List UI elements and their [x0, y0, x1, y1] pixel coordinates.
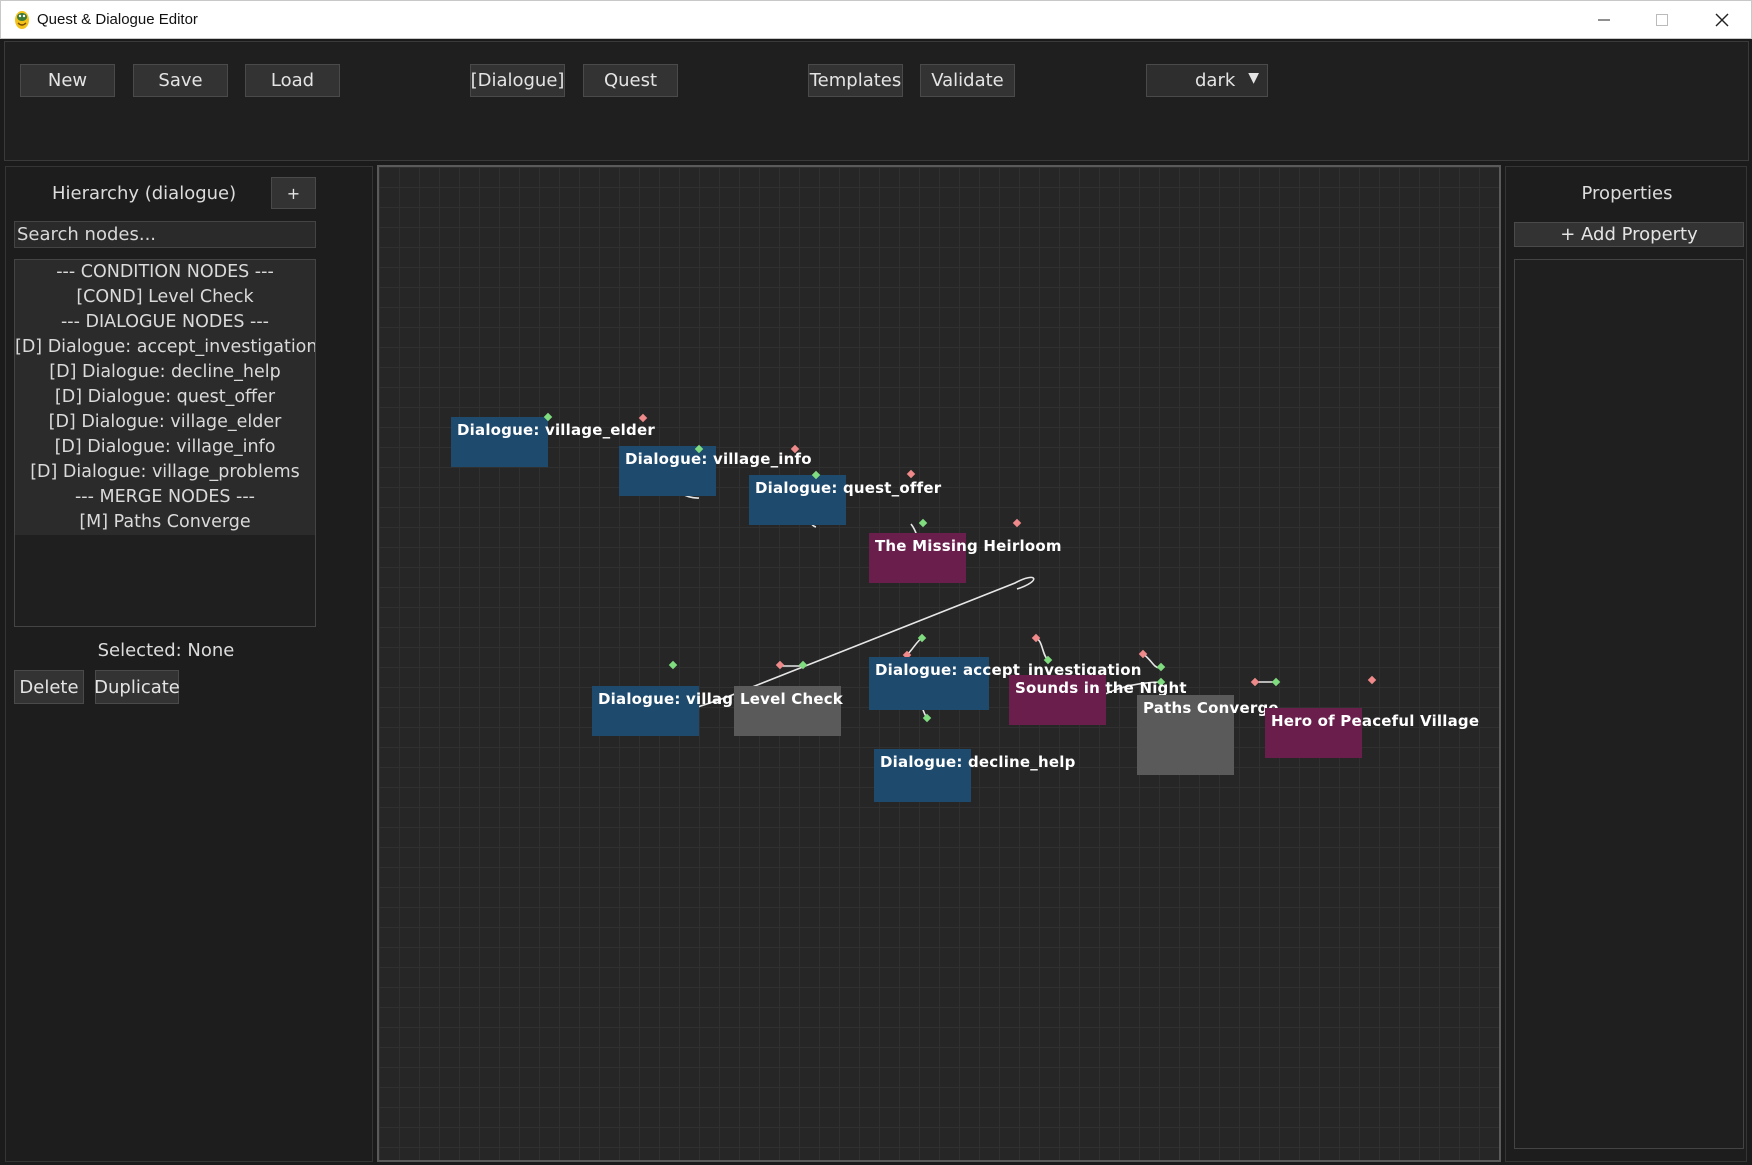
dialogue-mode-button[interactable]: [Dialogue]	[470, 64, 565, 97]
graph-node-decline-help[interactable]: Dialogue: decline_help	[874, 749, 1075, 802]
python-snake-icon	[15, 11, 29, 29]
minimize-icon	[1598, 19, 1610, 21]
node-list[interactable]: --- CONDITION NODES --- [COND] Level Chec…	[14, 259, 316, 627]
output-port[interactable]	[1031, 633, 1041, 643]
load-button-label: Load	[270, 70, 315, 91]
output-port[interactable]	[1367, 675, 1377, 685]
quest-mode-label: Quest	[603, 70, 658, 91]
graph-node-title: Hero of Peaceful Village	[1271, 712, 1480, 730]
input-port[interactable]	[1271, 677, 1281, 687]
graph-node-paths-converge[interactable]: Paths Converge	[1137, 695, 1279, 775]
hierarchy-list-item[interactable]: [D] Dialogue: quest_offer	[15, 385, 315, 410]
hierarchy-list-item[interactable]: [D] Dialogue: accept_investigation	[15, 335, 315, 360]
theme-value: dark	[1195, 70, 1236, 91]
validate-button[interactable]: Validate	[920, 64, 1015, 97]
search-nodes-input[interactable]	[14, 221, 316, 248]
hierarchy-panel: Hierarchy (dialogue) + --- CONDITION NOD…	[5, 166, 373, 1162]
hierarchy-list-item[interactable]: --- CONDITION NODES ---	[15, 260, 315, 285]
input-port[interactable]	[811, 470, 821, 480]
graph-node-sounds-night[interactable]: Sounds in the Night	[1009, 675, 1187, 725]
add-node-button[interactable]: +	[271, 177, 316, 209]
add-property-label: + Add Property	[1560, 224, 1698, 245]
validate-button-label: Validate	[931, 70, 1004, 91]
hierarchy-list-item[interactable]: [COND] Level Check	[15, 285, 315, 310]
input-port[interactable]	[918, 518, 928, 528]
node-list-items: --- CONDITION NODES --- [COND] Level Chec…	[15, 260, 315, 535]
hierarchy-list-item[interactable]: [D] Dialogue: village_elder	[15, 410, 315, 435]
hierarchy-title: Hierarchy (dialogue)	[52, 183, 237, 204]
maximize-icon	[1656, 14, 1668, 26]
output-port[interactable]	[790, 444, 800, 454]
title-bar: Quest & Dialogue Editor	[0, 0, 1752, 39]
hierarchy-list-item[interactable]: --- MERGE NODES ---	[15, 485, 315, 510]
dialogue-mode-label: [Dialogue]	[470, 70, 565, 91]
toolbar: New Save Load [Dialogue] Quest Templates…	[4, 41, 1749, 161]
new-button-label: New	[47, 70, 88, 91]
quest-mode-button[interactable]: Quest	[583, 64, 678, 97]
properties-list	[1514, 259, 1744, 1149]
input-port[interactable]	[798, 660, 808, 670]
add-property-button[interactable]: + Add Property	[1514, 222, 1744, 247]
load-button[interactable]: Load	[245, 64, 340, 97]
graph-node-level-check[interactable]: Level Check	[734, 686, 843, 736]
input-port[interactable]	[694, 444, 704, 454]
duplicate-button-label: Duplicate	[94, 676, 180, 698]
duplicate-button[interactable]: Duplicate	[94, 670, 180, 704]
output-port[interactable]	[1012, 518, 1022, 528]
selected-status: Selected: None	[97, 640, 235, 661]
new-button[interactable]: New	[20, 64, 115, 97]
output-port[interactable]	[906, 469, 916, 479]
hierarchy-list-item[interactable]: [D] Dialogue: decline_help	[15, 360, 315, 385]
input-port[interactable]	[668, 660, 678, 670]
window-title: Quest & Dialogue Editor	[37, 11, 198, 28]
add-node-label: +	[286, 183, 301, 203]
templates-button[interactable]: Templates	[808, 64, 903, 97]
save-button[interactable]: Save	[133, 64, 228, 97]
editor-window: Quest & Dialogue Editor New Save Load [D…	[0, 0, 1752, 1165]
hierarchy-list-item[interactable]: [M] Paths Converge	[15, 510, 315, 535]
maximize-button[interactable]	[1633, 1, 1691, 39]
node-graph-canvas[interactable]: Dialogue: village_elder Dialogue: village…	[377, 165, 1501, 1162]
delete-button-label: Delete	[19, 676, 79, 698]
close-window-button[interactable]	[1693, 1, 1751, 39]
graph-node-title: Level Check	[740, 690, 843, 708]
hierarchy-list-item[interactable]: [D] Dialogue: village_problems	[15, 460, 315, 485]
output-port[interactable]	[638, 413, 648, 423]
input-port[interactable]	[543, 412, 553, 422]
input-port[interactable]	[917, 633, 927, 643]
graph-node-hero-village[interactable]: Hero of Peaceful Village	[1265, 708, 1479, 758]
dropdown-arrow-icon: ▼	[1248, 70, 1259, 86]
save-button-label: Save	[158, 70, 203, 91]
templates-button-label: Templates	[809, 70, 902, 91]
graph-node-accept-investigation[interactable]: Dialogue: accept_investigation	[869, 657, 1141, 710]
input-port[interactable]	[922, 713, 932, 723]
minimize-button[interactable]	[1575, 1, 1633, 39]
output-port[interactable]	[775, 660, 785, 670]
graph-node-title: Paths Converge	[1143, 699, 1279, 717]
theme-dropdown[interactable]: dark ▼	[1146, 64, 1268, 97]
properties-panel: Properties + Add Property	[1505, 166, 1747, 1162]
close-icon	[1715, 13, 1729, 27]
graph-node-title: Dialogue: decline_help	[880, 753, 1076, 771]
output-port[interactable]	[1138, 649, 1148, 659]
delete-button[interactable]: Delete	[14, 670, 84, 704]
hierarchy-list-item[interactable]: --- DIALOGUE NODES ---	[15, 310, 315, 335]
output-port[interactable]	[1250, 677, 1260, 687]
hierarchy-list-item[interactable]: [D] Dialogue: village_info	[15, 435, 315, 460]
input-port[interactable]	[1156, 662, 1166, 672]
properties-title: Properties	[1581, 183, 1673, 204]
